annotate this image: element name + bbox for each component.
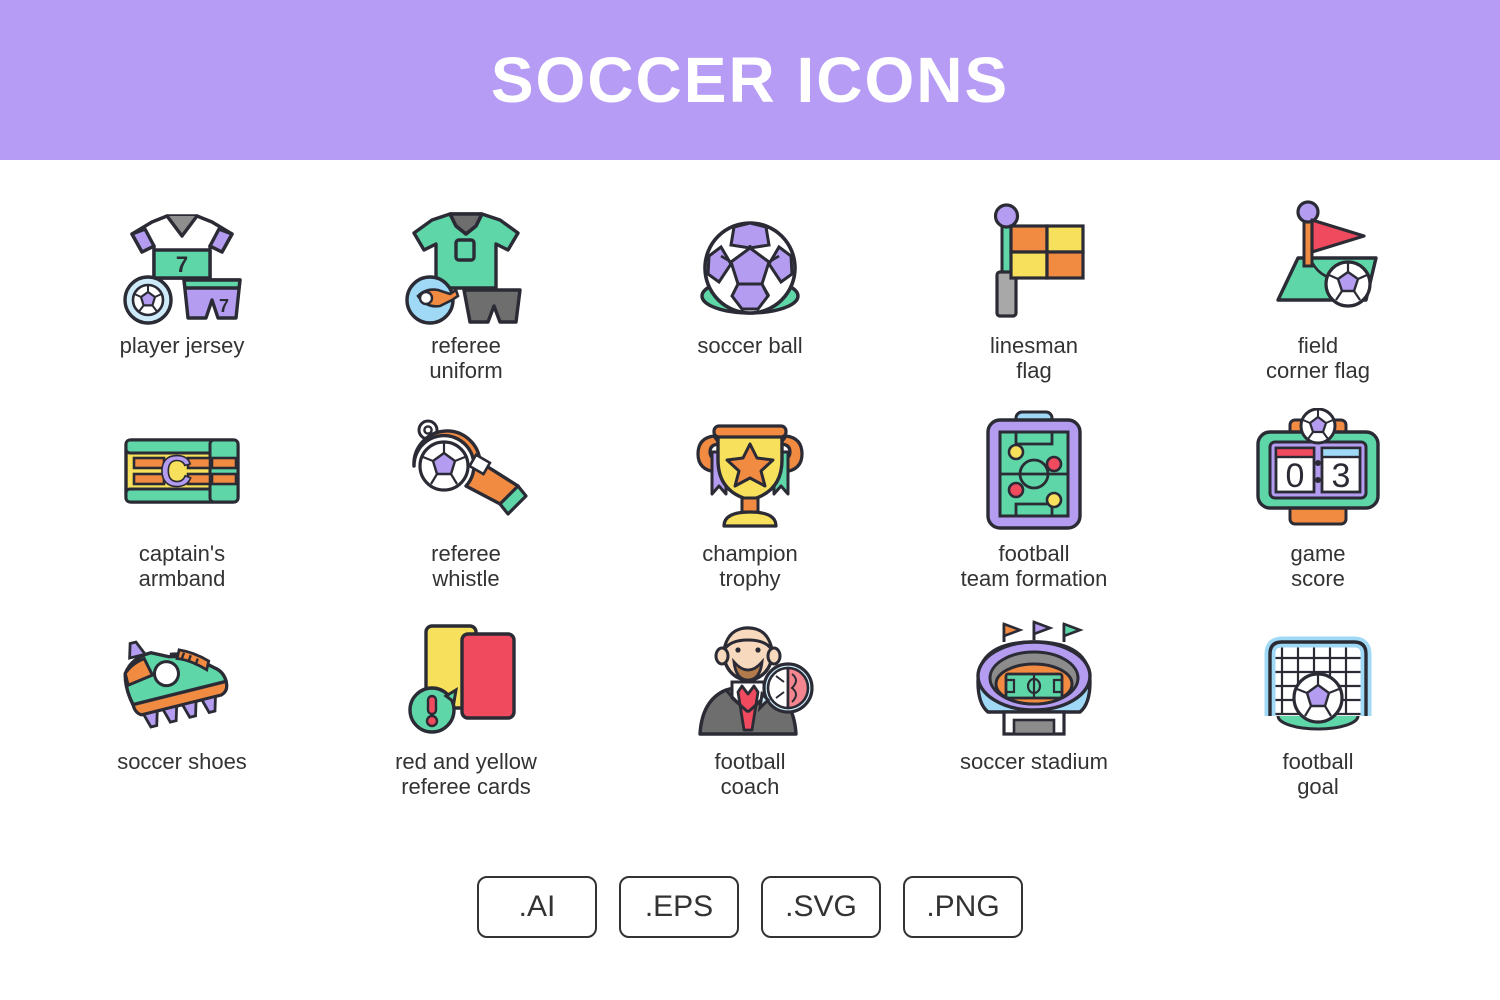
- icon-cell-referee-whistle[interactable]: referee whistle: [324, 408, 608, 616]
- icon-cell-football-coach[interactable]: football coach: [608, 616, 892, 824]
- game-score-icon[interactable]: 0 3: [1243, 408, 1393, 533]
- soccer-shoes-icon[interactable]: [107, 616, 257, 741]
- shorts-number: 7: [219, 296, 229, 316]
- referee-whistle-icon[interactable]: [391, 408, 541, 533]
- icon-label: football team formation: [960, 541, 1108, 591]
- icon-cell-player-jersey[interactable]: 7 7 player jersey: [40, 200, 324, 408]
- icon-cell-soccer-stadium[interactable]: soccer stadium: [892, 616, 1176, 824]
- format-button-row: .AI .EPS .SVG .PNG: [0, 876, 1500, 938]
- icon-label: player jersey: [119, 333, 245, 358]
- icon-cell-football-goal[interactable]: football goal: [1176, 616, 1460, 824]
- icon-label: referee whistle: [431, 541, 501, 591]
- icon-cell-captains-armband[interactable]: C captain's armband: [40, 408, 324, 616]
- football-goal-icon[interactable]: [1243, 616, 1393, 741]
- format-button-eps[interactable]: .EPS: [619, 876, 739, 938]
- icon-cell-soccer-shoes[interactable]: soccer shoes: [40, 616, 324, 824]
- page-header: SOCCER ICONS: [0, 0, 1500, 160]
- icon-cell-soccer-ball[interactable]: soccer ball: [608, 200, 892, 408]
- icon-label: football coach: [714, 749, 786, 799]
- icon-cell-referee-uniform[interactable]: referee uniform: [324, 200, 608, 408]
- icon-cell-linesman-flag[interactable]: linesman flag: [892, 200, 1176, 408]
- referee-uniform-icon[interactable]: [391, 200, 541, 325]
- field-corner-flag-icon[interactable]: [1243, 200, 1393, 325]
- icon-cell-field-corner-flag[interactable]: field corner flag: [1176, 200, 1460, 408]
- format-button-ai[interactable]: .AI: [477, 876, 597, 938]
- icon-label: linesman flag: [989, 333, 1079, 383]
- page-title: SOCCER ICONS: [490, 44, 1010, 116]
- score-home: 0: [1286, 457, 1305, 495]
- format-button-png[interactable]: .PNG: [903, 876, 1023, 938]
- player-jersey-icon[interactable]: 7 7: [107, 200, 257, 325]
- jersey-number: 7: [176, 252, 188, 277]
- icon-cell-football-team-formation[interactable]: football team formation: [892, 408, 1176, 616]
- icon-label: soccer ball: [697, 333, 803, 358]
- score-away: 3: [1332, 457, 1351, 495]
- icon-label: football goal: [1282, 749, 1354, 799]
- icon-label: field corner flag: [1266, 333, 1370, 383]
- linesman-flag-icon[interactable]: [959, 200, 1109, 325]
- icon-label: soccer stadium: [960, 749, 1108, 774]
- icon-label: captain's armband: [138, 541, 226, 591]
- icon-label: soccer shoes: [117, 749, 247, 774]
- icon-cell-game-score[interactable]: 0 3 game score: [1176, 408, 1460, 616]
- format-button-svg[interactable]: .SVG: [761, 876, 881, 938]
- icon-cell-champion-trophy[interactable]: champion trophy: [608, 408, 892, 616]
- icon-label: red and yellow referee cards: [395, 749, 537, 799]
- captains-armband-icon[interactable]: C: [107, 408, 257, 533]
- icon-grid: 7 7 player jersey referee uniform soccer…: [0, 160, 1500, 824]
- football-coach-icon[interactable]: [675, 616, 825, 741]
- icon-cell-referee-cards[interactable]: red and yellow referee cards: [324, 616, 608, 824]
- icon-label: champion trophy: [702, 541, 798, 591]
- football-team-formation-icon[interactable]: [959, 408, 1109, 533]
- icon-label: game score: [1290, 541, 1346, 591]
- icon-label: referee uniform: [429, 333, 503, 383]
- captain-letter: C: [160, 447, 192, 496]
- red-and-yellow-referee-cards-icon[interactable]: [391, 616, 541, 741]
- champion-trophy-icon[interactable]: [675, 408, 825, 533]
- soccer-ball-icon[interactable]: [675, 200, 825, 325]
- soccer-stadium-icon[interactable]: [959, 616, 1109, 741]
